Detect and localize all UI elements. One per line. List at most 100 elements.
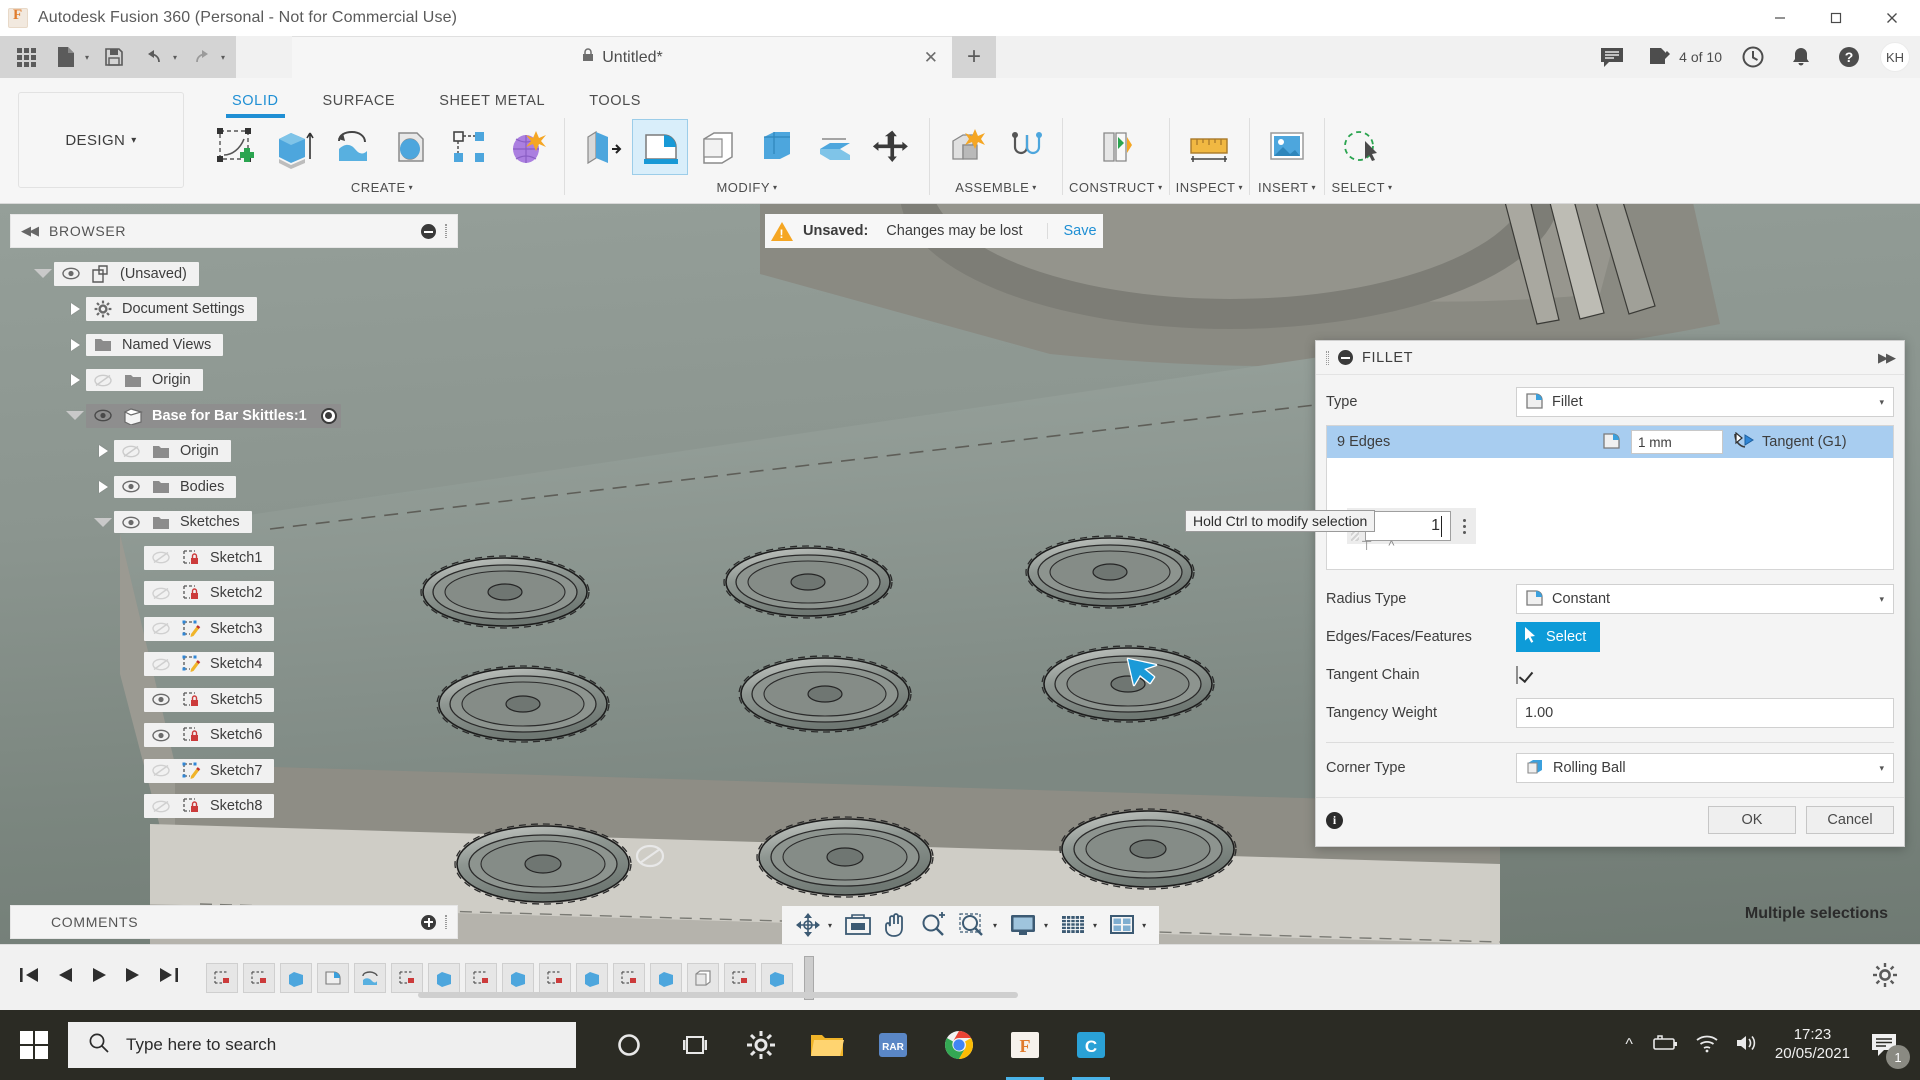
play-icon[interactable] bbox=[90, 966, 108, 989]
skip-first-icon[interactable] bbox=[18, 966, 40, 989]
tray-chevron-up-icon[interactable]: ^ bbox=[1625, 1036, 1633, 1054]
grid-snaps-caret-icon[interactable]: ▾ bbox=[1093, 921, 1102, 930]
inspect-caret-icon[interactable]: ▾ bbox=[1238, 183, 1243, 192]
timeline-feature[interactable] bbox=[724, 963, 756, 993]
jobs-icon[interactable] bbox=[1637, 36, 1683, 78]
pan-hand-icon[interactable] bbox=[879, 906, 913, 944]
battery-charging-icon[interactable] bbox=[1649, 1033, 1679, 1058]
sweep-icon[interactable] bbox=[384, 120, 438, 174]
tree-row-origin-root[interactable]: Origin bbox=[18, 363, 438, 399]
insert-caret-icon[interactable]: ▾ bbox=[1311, 183, 1316, 192]
action-center-icon[interactable]: 1 bbox=[1866, 1027, 1902, 1063]
activate-component-radio[interactable] bbox=[321, 408, 337, 424]
tree-row-bodies[interactable]: Bodies bbox=[18, 469, 438, 505]
tree-row-sketch7[interactable]: Sketch7 bbox=[18, 753, 438, 789]
tree-row-sketch5[interactable]: Sketch5 bbox=[18, 682, 438, 718]
save-link[interactable]: Save bbox=[1047, 223, 1097, 239]
visibility-eye-off-icon[interactable] bbox=[150, 551, 172, 564]
joint-icon[interactable] bbox=[998, 120, 1052, 174]
grid-snaps-icon[interactable] bbox=[1055, 906, 1091, 944]
workspace-switcher[interactable]: DESIGN ▾ bbox=[18, 92, 184, 188]
select-icon[interactable] bbox=[1335, 120, 1389, 174]
visibility-eye-off-icon[interactable] bbox=[150, 587, 172, 600]
timeline-settings-icon[interactable] bbox=[1872, 962, 1920, 993]
plus-circle-icon[interactable] bbox=[421, 915, 436, 930]
expander-right-icon[interactable] bbox=[64, 339, 86, 351]
tree-row-sketch1[interactable]: Sketch1 bbox=[18, 540, 438, 576]
select-button[interactable]: Select bbox=[1516, 622, 1600, 652]
expander-down-icon[interactable] bbox=[64, 411, 86, 420]
app-grid-icon[interactable] bbox=[6, 36, 46, 78]
visibility-eye-icon[interactable] bbox=[92, 409, 114, 422]
display-settings-caret-icon[interactable]: ▾ bbox=[1044, 921, 1053, 930]
step-back-icon[interactable] bbox=[56, 966, 74, 989]
create-caret-icon[interactable]: ▾ bbox=[409, 183, 414, 192]
document-tab-close-icon[interactable]: ✕ bbox=[924, 49, 938, 66]
timeline-feature[interactable] bbox=[539, 963, 571, 993]
expander-right-icon[interactable] bbox=[92, 445, 114, 457]
construct-caret-icon[interactable]: ▾ bbox=[1158, 183, 1163, 192]
move-copy-icon[interactable] bbox=[865, 120, 919, 174]
winrar-icon[interactable]: RAR bbox=[862, 1010, 924, 1080]
visibility-eye-off-icon[interactable] bbox=[150, 764, 172, 777]
timeline-feature[interactable] bbox=[650, 963, 682, 993]
timeline-feature[interactable] bbox=[687, 963, 719, 993]
timeline-feature[interactable] bbox=[613, 963, 645, 993]
viewports-caret-icon[interactable]: ▾ bbox=[1142, 921, 1151, 930]
chrome-icon[interactable] bbox=[928, 1010, 990, 1080]
tree-row-document-settings[interactable]: Document Settings bbox=[18, 292, 438, 328]
volume-icon[interactable] bbox=[1735, 1033, 1759, 1058]
shell-icon[interactable] bbox=[691, 120, 745, 174]
expander-right-icon[interactable] bbox=[64, 303, 86, 315]
modify-caret-icon[interactable]: ▾ bbox=[773, 183, 778, 192]
tree-row-sketch3[interactable]: Sketch3 bbox=[18, 611, 438, 647]
expander-down-icon[interactable] bbox=[92, 518, 114, 527]
visibility-eye-off-icon[interactable] bbox=[92, 374, 114, 387]
tangency-weight-input[interactable]: 1.00 bbox=[1516, 698, 1894, 728]
visibility-eye-off-icon[interactable] bbox=[150, 658, 172, 671]
expander-right-icon[interactable] bbox=[64, 374, 86, 386]
skip-last-icon[interactable] bbox=[158, 966, 180, 989]
maximize-button[interactable] bbox=[1808, 0, 1864, 36]
dialog-drag-handle[interactable] bbox=[1326, 351, 1329, 365]
minimize-button[interactable] bbox=[1752, 0, 1808, 36]
tab-tools[interactable]: TOOLS bbox=[567, 88, 663, 116]
expand-right-icon[interactable]: ▶▶ bbox=[1878, 350, 1894, 366]
redo-caret-icon[interactable]: ▾ bbox=[216, 53, 230, 62]
draft-icon[interactable] bbox=[749, 120, 803, 174]
look-at-icon[interactable] bbox=[839, 906, 877, 944]
settings-icon[interactable] bbox=[730, 1010, 792, 1080]
orbit-caret-icon[interactable]: ▾ bbox=[828, 921, 837, 930]
chevron-down-icon[interactable]: ▾ bbox=[1879, 763, 1884, 774]
tree-row-unsaved[interactable]: (Unsaved) bbox=[18, 256, 438, 292]
fillet-icon[interactable] bbox=[633, 120, 687, 174]
wifi-icon[interactable] bbox=[1695, 1033, 1719, 1058]
new-tab-button[interactable]: + bbox=[952, 36, 996, 78]
chevron-down-icon[interactable]: ▾ bbox=[1879, 594, 1884, 605]
timeline-feature[interactable] bbox=[761, 963, 793, 993]
timeline-feature[interactable] bbox=[280, 963, 312, 993]
visibility-eye-off-icon[interactable] bbox=[120, 445, 142, 458]
fusion360-icon[interactable]: F bbox=[994, 1010, 1056, 1080]
app-c-icon[interactable]: C bbox=[1060, 1010, 1122, 1080]
select-caret-icon[interactable]: ▾ bbox=[1388, 183, 1393, 192]
comments-resize-grip[interactable] bbox=[445, 915, 447, 929]
file-explorer-icon[interactable] bbox=[796, 1010, 858, 1080]
more-options-icon[interactable] bbox=[1457, 519, 1472, 534]
fillet-dialog-title-bar[interactable]: FILLET ▶▶ bbox=[1316, 341, 1904, 375]
assemble-caret-icon[interactable]: ▾ bbox=[1032, 183, 1037, 192]
timeline-features[interactable] bbox=[198, 956, 814, 1000]
corner-type-select[interactable]: Rolling Ball ▾ bbox=[1516, 753, 1894, 783]
tree-row-named-views[interactable]: Named Views bbox=[18, 327, 438, 363]
tree-row-sketch2[interactable]: Sketch2 bbox=[18, 576, 438, 612]
orbit-icon[interactable] bbox=[790, 906, 826, 944]
cortana-icon[interactable] bbox=[598, 1010, 660, 1080]
cancel-button[interactable]: Cancel bbox=[1806, 806, 1894, 834]
timeline-feature[interactable] bbox=[317, 963, 349, 993]
comment-icon[interactable] bbox=[1589, 36, 1635, 78]
bell-icon[interactable] bbox=[1778, 36, 1824, 78]
avatar[interactable]: KH bbox=[1880, 42, 1910, 72]
fillet-radius-value[interactable]: 1 mm bbox=[1631, 430, 1723, 454]
zoom-icon[interactable] bbox=[915, 906, 951, 944]
timeline-feature[interactable] bbox=[428, 963, 460, 993]
